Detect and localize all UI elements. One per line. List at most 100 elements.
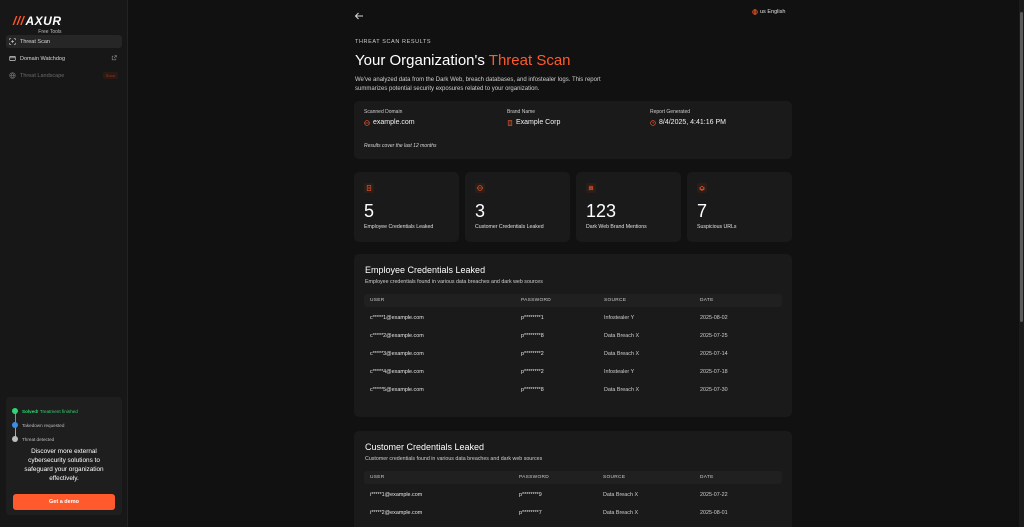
- results-coverage-note: Results cover the last 12 months: [364, 143, 437, 149]
- cell-date: 2025-07-18: [700, 369, 728, 375]
- column-header-source: SOURCE: [604, 298, 627, 303]
- info-label: Scanned Domain: [364, 109, 403, 115]
- stat-value: 3: [475, 201, 486, 221]
- cell-date: 2025-08-02: [700, 315, 728, 321]
- cell-date: 2025-08-01: [700, 510, 728, 516]
- timeline-strong: Solved!: [22, 408, 39, 414]
- stat-value: 5: [364, 201, 375, 221]
- cell-password: p********2: [521, 369, 544, 375]
- scrollbar-thumb[interactable]: [1020, 12, 1023, 322]
- stat-card-customer-credentials: 3 Customer Credentials Leaked: [465, 172, 570, 242]
- title-prefix: Your Organization's: [355, 52, 485, 69]
- sidebar-item-threat-landscape: Threat Landscape Soon: [6, 69, 122, 82]
- column-header-user: USER: [370, 298, 385, 303]
- brand-value: Example Corp: [516, 119, 561, 126]
- globe-icon: [9, 72, 16, 79]
- scrollbar[interactable]: [1019, 0, 1024, 527]
- sidebar: ///AXUR Free Tools Threat Scan Domain Wa…: [0, 0, 128, 527]
- table-row: c*****2@example.com p********8 Data Brea…: [364, 327, 782, 345]
- cell-source: Infostealer Y: [604, 315, 635, 321]
- demo-promo-card: Solved! Treatment finished Takedown requ…: [6, 397, 122, 515]
- timeline-step-takedown: Takedown requested: [12, 418, 116, 432]
- status-dot: [12, 436, 18, 442]
- brand-logo[interactable]: ///AXUR Free Tools: [13, 14, 62, 35]
- domain-value: example.com: [373, 119, 415, 126]
- title-accent: Threat Scan: [488, 52, 571, 69]
- cell-user: c*****4@example.com: [370, 369, 424, 375]
- status-dot: [12, 408, 18, 414]
- column-header-user: USER: [370, 475, 385, 480]
- soon-badge: Soon: [102, 72, 118, 79]
- info-label: Brand Name: [507, 109, 536, 115]
- back-arrow-icon[interactable]: [354, 8, 364, 20]
- table-row: c*****4@example.com p********2 Infosteal…: [364, 363, 782, 381]
- sidebar-item-domain-watchdog[interactable]: Domain Watchdog: [6, 52, 122, 65]
- column-header-password: PASSWORD: [521, 298, 552, 303]
- stat-value: 123: [586, 201, 617, 221]
- cell-password: p********1: [521, 315, 544, 321]
- user-circle-icon: [475, 183, 485, 193]
- crosshair-icon: [9, 38, 16, 45]
- table-row: i*****2@example.com p********7 Data Brea…: [364, 504, 782, 522]
- cell-source: Data Breach X: [604, 333, 640, 339]
- table-row: c*****5@example.com p********8 Data Brea…: [364, 381, 782, 399]
- page-description: We've analyzed data from the Dark Web, b…: [355, 77, 601, 92]
- cell-user: c*****2@example.com: [370, 333, 424, 339]
- sidebar-nav: Threat Scan Domain Watchdog Threat Lands…: [6, 35, 122, 86]
- cell-user: i*****2@example.com: [370, 510, 423, 516]
- cell-password: p********2: [521, 351, 544, 357]
- timeline-text: Threat detected: [22, 436, 55, 442]
- timeline-step-detected: Threat detected: [12, 432, 116, 446]
- cell-password: p********8: [521, 387, 544, 393]
- cell-source: Data Breach X: [603, 510, 639, 516]
- scanned-domain: Scanned Domain example.com: [364, 109, 415, 126]
- stat-card-suspicious-urls: 7 Suspicious URLs: [687, 172, 792, 242]
- cell-password: p********9: [519, 492, 542, 498]
- globe-icon: [752, 9, 758, 15]
- cell-user: c*****1@example.com: [370, 315, 424, 321]
- cell-source: Infostealer Y: [604, 369, 635, 375]
- timeline-text: Treatment finished: [39, 408, 78, 414]
- report-value: 8/4/2025, 4:41:16 PM: [659, 119, 726, 126]
- info-value: example.com: [364, 119, 415, 126]
- cell-password: p********7: [519, 510, 542, 516]
- sidebar-item-threat-scan[interactable]: Threat Scan: [6, 35, 122, 48]
- status-timeline: Solved! Treatment finished Takedown requ…: [12, 404, 116, 446]
- table-title: Employee Credentials Leaked: [365, 265, 486, 275]
- table-title: Customer Credentials Leaked: [365, 442, 485, 452]
- cell-password: p********8: [521, 333, 544, 339]
- globe-icon: [9, 55, 16, 62]
- sidebar-item-label: Threat Scan: [20, 38, 50, 45]
- cell-user: c*****3@example.com: [370, 351, 424, 357]
- phishing-hook-icon: [697, 183, 707, 193]
- building-icon: [507, 119, 513, 126]
- sidebar-item-label: Threat Landscape: [20, 72, 65, 79]
- external-link-icon: [111, 55, 117, 61]
- report-generated: Report Generated 8/4/2025, 4:41:16 PM: [650, 109, 726, 126]
- table-header: USER PASSWORD SOURCE DATE: [364, 471, 782, 484]
- globe-icon: [364, 119, 370, 126]
- employee-credentials-table: Employee Credentials Leaked Employee cre…: [354, 254, 792, 417]
- stat-label: Employee Credentials Leaked: [364, 224, 434, 230]
- brand-wordmark: ///AXUR: [13, 14, 62, 28]
- table-row: i*****1@example.com p********9 Data Brea…: [364, 486, 782, 504]
- get-demo-button[interactable]: Get a demo: [13, 494, 115, 510]
- table-subtitle: Customer credentials found in various da…: [365, 456, 543, 462]
- cell-source: Data Breach X: [603, 492, 639, 498]
- stat-card-employee-credentials: 5 Employee Credentials Leaked: [354, 172, 459, 242]
- timeline-text: Takedown requested: [22, 422, 65, 428]
- cell-user: c*****5@example.com: [370, 387, 424, 393]
- stat-label: Suspicious URLs: [697, 224, 737, 230]
- table-row: c*****3@example.com p********2 Data Brea…: [364, 345, 782, 363]
- sidebar-item-label: Domain Watchdog: [20, 55, 66, 62]
- app-root: ///AXUR Free Tools Threat Scan Domain Wa…: [0, 0, 1024, 527]
- info-label: Report Generated: [650, 109, 691, 115]
- info-value: 8/4/2025, 4:41:16 PM: [650, 119, 726, 126]
- main-content: us English THREAT SCAN RESULTS Your Orga…: [128, 0, 1019, 527]
- stat-card-dark-web-mentions: 123 Dark Web Brand Mentions: [576, 172, 681, 242]
- cell-date: 2025-07-30: [700, 387, 728, 393]
- table-header: USER PASSWORD SOURCE DATE: [364, 294, 782, 307]
- language-selector[interactable]: us English: [752, 9, 785, 15]
- table-subtitle: Employee credentials found in various da…: [365, 279, 543, 285]
- cell-source: Data Breach X: [604, 351, 640, 357]
